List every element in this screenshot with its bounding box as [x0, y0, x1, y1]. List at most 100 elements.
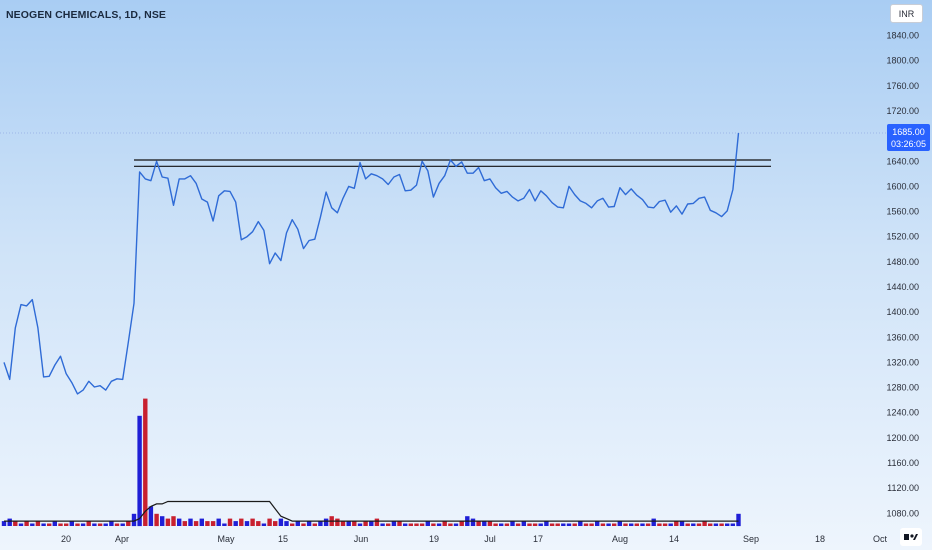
price-tick-label: 1600.00 [886, 181, 919, 191]
volume-bar [278, 518, 284, 526]
volume-bar [436, 523, 442, 526]
volume-bar [35, 521, 41, 526]
price-tick-label: 1080.00 [886, 508, 919, 518]
volume-bar [470, 518, 476, 526]
volume-bar [160, 516, 165, 526]
volume-bar [244, 521, 250, 526]
volume-bar [182, 521, 187, 526]
volume-bar [143, 398, 148, 526]
volume-bar [193, 521, 199, 526]
time-tick-label: 17 [533, 534, 543, 544]
volume-bar [431, 523, 436, 526]
volume-bar [86, 521, 91, 526]
volume-bar [363, 521, 368, 526]
volume-bar [188, 518, 193, 526]
volume-bar [448, 523, 453, 526]
time-tick-label: Aug [612, 534, 628, 544]
volume-bar [397, 521, 402, 526]
volume-bar [708, 523, 713, 526]
price-tick-label: 1520.00 [886, 232, 919, 242]
volume-bar [47, 523, 52, 526]
price-tick-label: 1360.00 [886, 332, 919, 342]
volume-bar [566, 523, 572, 526]
chart-area[interactable]: 1840.001800.001760.001720.001680.001640.… [0, 0, 932, 550]
volume-bar [668, 523, 673, 526]
time-tick-label: 19 [429, 534, 439, 544]
price-tick-label: 1400.00 [886, 307, 919, 317]
volume-bar [1, 521, 7, 526]
volume-bar [120, 523, 125, 526]
volume-bar [312, 523, 317, 526]
chart-title: NEOGEN CHEMICALS, 1D, NSE [6, 9, 167, 21]
volume-bar [30, 523, 35, 526]
volume-bar [736, 513, 741, 527]
volume-bar [527, 523, 532, 526]
tradingview-logo-icon[interactable] [900, 528, 922, 546]
volume-bar [75, 523, 80, 526]
price-chart: 1840.001800.001760.001720.001680.001640.… [0, 31, 919, 544]
volume-bar [64, 523, 69, 526]
price-tick-label: 1760.00 [886, 81, 919, 91]
volume-bar [725, 523, 730, 526]
volume-bar [24, 521, 29, 526]
volume-bar [691, 523, 696, 526]
volume-bar [165, 518, 171, 526]
volume-bar [696, 523, 702, 526]
price-tick-label: 1280.00 [886, 383, 919, 393]
volume-bar [425, 521, 430, 526]
volume-bar [544, 521, 549, 526]
volume-bar [284, 521, 289, 526]
volume-bar [657, 523, 662, 526]
volume-bar [295, 521, 300, 526]
volume-bar [499, 523, 504, 526]
volume-bar [380, 523, 385, 526]
volume-bar [335, 518, 340, 526]
volume-bar [730, 523, 735, 526]
time-tick-label: Jun [354, 534, 369, 544]
price-tick-label: 1240.00 [886, 408, 919, 418]
volume-bar [177, 518, 182, 526]
volume-bar [261, 523, 267, 526]
volume-bar [216, 518, 221, 526]
volume-bar [369, 521, 374, 526]
time-tick-label: Oct [873, 534, 888, 544]
volume-bar [114, 523, 120, 526]
volume-bar [97, 523, 103, 526]
volume-bar [92, 523, 97, 526]
price-axis[interactable]: 1840.001800.001760.001720.001680.001640.… [886, 31, 919, 519]
currency-button[interactable]: INR [890, 4, 923, 23]
volume-bar [719, 523, 724, 526]
volume-moving-average [4, 500, 739, 522]
time-axis[interactable]: 20 Apr May 15 Jun 19 Jul 17 Aug 14 Sep 18 Oct [61, 534, 888, 544]
volume-bar [606, 523, 611, 526]
volume-bar [205, 521, 210, 526]
volume-bar [453, 523, 459, 526]
volume-bar [662, 523, 668, 526]
price-tick-label: 1640.00 [886, 156, 919, 166]
volume-bar [640, 523, 645, 526]
volume-bar [58, 523, 63, 526]
volume-bar [340, 521, 346, 526]
volume-bar [256, 521, 261, 526]
volume-bar [374, 518, 380, 526]
price-line-series[interactable] [3, 132, 740, 395]
volume-bar [352, 521, 357, 526]
volume-bar [419, 523, 425, 526]
volume-bar [476, 521, 481, 526]
last-price-label: 1685.00 03:26:05 [887, 124, 930, 151]
volume-bar [171, 516, 176, 526]
volume-bar [510, 521, 515, 526]
volume-bar [18, 523, 24, 526]
volume-bar [154, 513, 159, 527]
volume-bar [109, 521, 114, 526]
volume-bar [301, 523, 306, 526]
volume-bar [267, 518, 272, 526]
volume-bar [414, 523, 419, 526]
time-tick-label: Sep [743, 534, 759, 544]
volume-bar [210, 521, 216, 526]
volume-bar [227, 518, 233, 526]
volume-bar [521, 521, 526, 526]
volume-bar [634, 523, 639, 526]
volume-bar [685, 523, 690, 526]
volume-bar [346, 521, 351, 526]
